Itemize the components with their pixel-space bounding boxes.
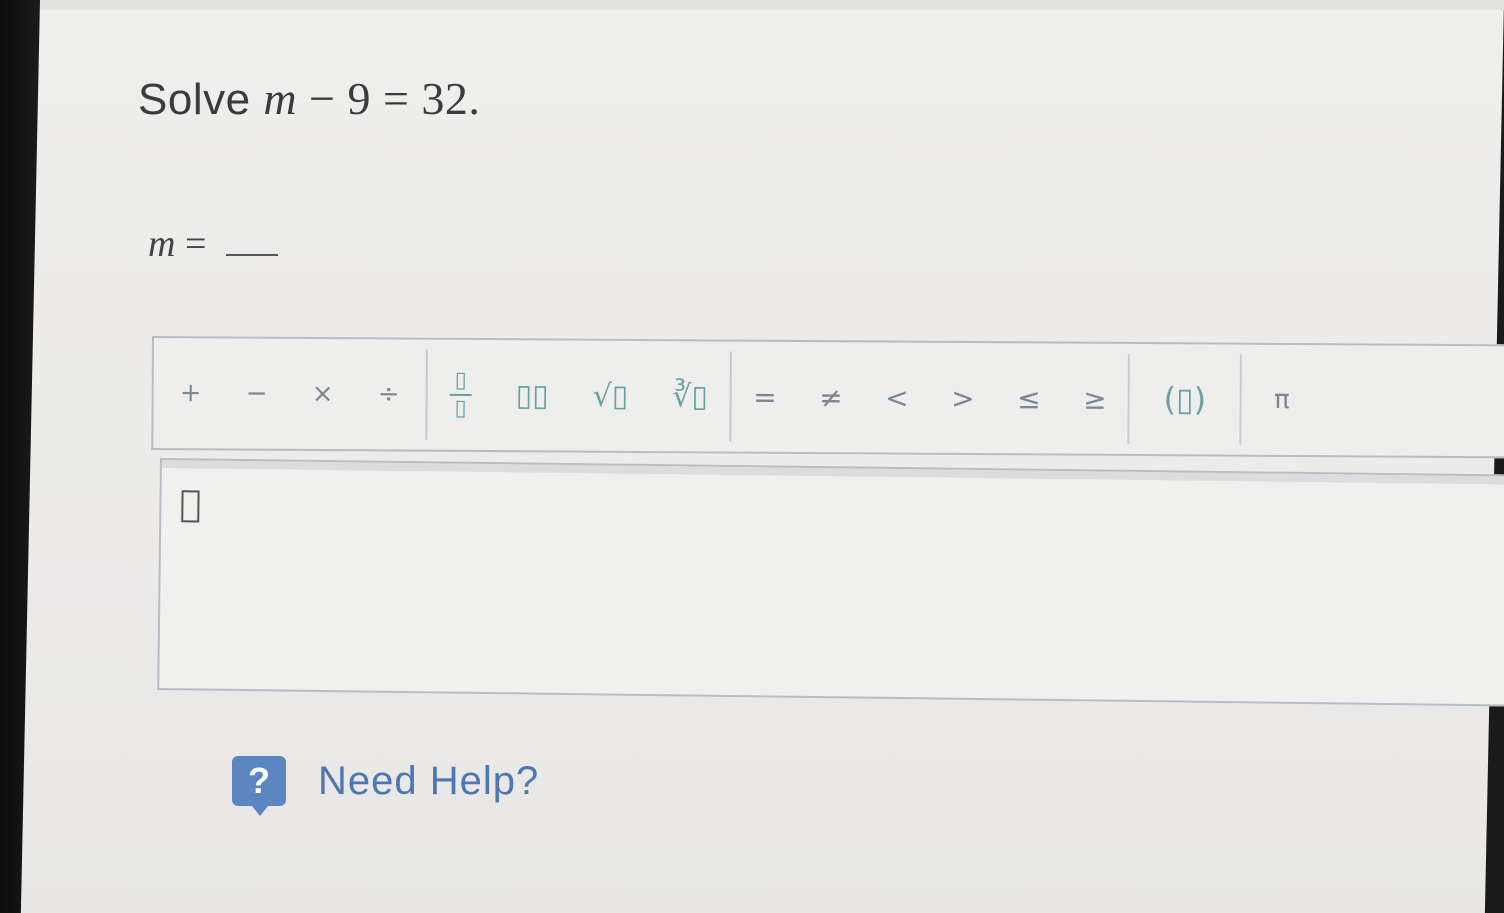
power-button[interactable]: ▯▯	[515, 365, 549, 425]
times-button[interactable]: ×	[289, 364, 355, 424]
divide-button[interactable]: ÷	[355, 364, 421, 424]
sqrt-button[interactable]: √▯	[592, 366, 629, 426]
basic-ops-group: + − × ÷	[153, 348, 428, 440]
less-than-button[interactable]: <	[864, 367, 930, 427]
question-prefix: Solve	[138, 75, 251, 124]
fraction-numerator-icon: ▯	[454, 367, 467, 393]
question-equation-rest: − 9 = 32.	[309, 73, 481, 124]
parens-group: (▯)	[1129, 353, 1243, 445]
greater-equal-button[interactable]: ≥	[1062, 369, 1128, 429]
need-help[interactable]: ? Need Help?	[232, 756, 539, 816]
pi-button[interactable]: π	[1242, 370, 1322, 430]
greater-than-button[interactable]: >	[930, 368, 996, 428]
functions-group: ▯ ▯ ▯▯ √▯ ∛▯	[427, 349, 733, 442]
nth-root-button[interactable]: ∛▯	[672, 366, 708, 426]
parentheses-button[interactable]: (▯)	[1130, 369, 1240, 430]
answer-blank[interactable]	[225, 224, 278, 256]
not-equal-button[interactable]: ≠	[798, 367, 864, 427]
answer-editor[interactable]	[157, 458, 1504, 707]
input-cursor-box[interactable]	[181, 490, 200, 523]
answer-equals: =	[184, 223, 207, 265]
question-equation: m − 9 = 32.	[263, 73, 480, 124]
math-toolbar: + − × ÷ ▯ ▯ ▯▯ √▯ ∛▯ = ≠ < > ≤ ≥ (▯) π	[151, 336, 1504, 459]
relations-group: = ≠ < > ≤ ≥	[731, 351, 1131, 444]
fraction-button[interactable]: ▯ ▯	[449, 365, 472, 425]
top-strip	[40, 0, 1504, 10]
need-help-link[interactable]: Need Help?	[318, 759, 539, 804]
constants-group: π	[1242, 355, 1323, 445]
answer-line: m =	[148, 222, 278, 266]
fraction-denominator-icon: ▯	[454, 395, 467, 421]
minus-button[interactable]: −	[223, 363, 289, 423]
answer-variable: m	[148, 223, 176, 265]
equals-button[interactable]: =	[732, 367, 798, 427]
plus-button[interactable]: +	[157, 363, 223, 423]
question-variable: m	[263, 73, 298, 124]
less-equal-button[interactable]: ≤	[996, 368, 1062, 428]
question-prompt: Solve m − 9 = 32.	[138, 72, 480, 125]
help-question-icon[interactable]: ?	[232, 756, 286, 816]
